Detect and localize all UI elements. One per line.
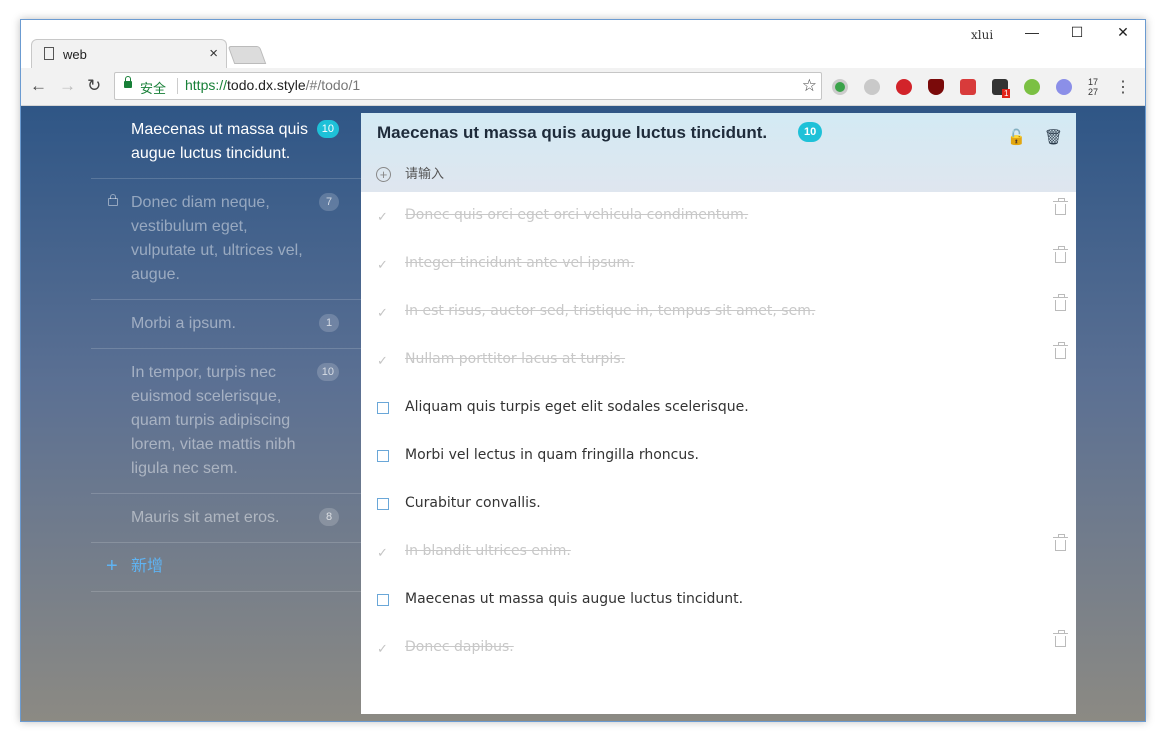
list-item-label: In tempor, turpis nec euismod scelerisqu… bbox=[131, 364, 296, 477]
bookmark-star-icon[interactable]: ☆ bbox=[802, 76, 817, 96]
back-button[interactable]: ← bbox=[30, 76, 47, 96]
browser-tab[interactable]: web × bbox=[31, 39, 227, 69]
list-count-badge: 10 bbox=[316, 120, 339, 138]
todo-text: Nullam porttitor lacus at turpis. bbox=[405, 351, 626, 367]
list-count-badge: 1 bbox=[319, 314, 339, 332]
unlock-icon[interactable]: 🔓 bbox=[1007, 128, 1026, 146]
todo-header: Maecenas ut massa quis augue luctus tinc… bbox=[361, 113, 1076, 192]
trash-icon[interactable] bbox=[1053, 534, 1068, 551]
list-item-label: Donec diam neque, vestibulum eget, vulpu… bbox=[131, 194, 303, 283]
maximize-button[interactable]: ☐ bbox=[1062, 24, 1092, 41]
list-item-label: Morbi a ipsum. bbox=[131, 315, 236, 332]
clock-extension-icon[interactable]: 17 27 bbox=[1088, 77, 1098, 97]
todo-text: Morbi vel lectus in quam fringilla rhonc… bbox=[405, 447, 699, 463]
page-icon bbox=[44, 47, 54, 60]
todo-app: Maecenas ut massa quis augue luctus tinc… bbox=[21, 106, 1145, 721]
checkmark-icon[interactable]: ✓ bbox=[377, 209, 388, 225]
lastpass-icon[interactable] bbox=[960, 79, 976, 95]
list-count-badge: 10 bbox=[316, 363, 339, 381]
trash-icon[interactable] bbox=[1053, 246, 1068, 263]
forward-button[interactable]: → bbox=[59, 76, 76, 96]
sidebar-list-item[interactable]: Donec diam neque, vestibulum eget, vulpu… bbox=[91, 179, 361, 300]
checkmark-icon[interactable]: ✓ bbox=[377, 305, 388, 321]
todo-text: In blandit ultrices enim. bbox=[405, 543, 571, 559]
todo-item[interactable]: Maecenas ut massa quis augue luctus tinc… bbox=[361, 576, 1076, 624]
browser-menu-button[interactable]: ⋮ bbox=[1115, 77, 1131, 97]
trash-icon[interactable] bbox=[1053, 630, 1068, 647]
add-circle-icon: + bbox=[376, 167, 391, 182]
vue-devtools-icon[interactable] bbox=[1024, 79, 1040, 95]
reload-button[interactable]: ↻ bbox=[87, 76, 101, 96]
sidebar-list-item[interactable]: Morbi a ipsum. 1 bbox=[91, 300, 361, 349]
checkbox[interactable] bbox=[377, 402, 389, 414]
todo-detail-panel: Maecenas ut massa quis augue luctus tinc… bbox=[361, 113, 1076, 714]
checkmark-icon[interactable]: ✓ bbox=[377, 257, 388, 273]
close-window-button[interactable]: ✕ bbox=[1108, 24, 1138, 41]
todo-item[interactable]: ✓ In blandit ultrices enim. bbox=[361, 528, 1076, 576]
list-count-badge: 7 bbox=[319, 193, 339, 211]
todo-text: Donec quis orci eget orci vehicula condi… bbox=[405, 207, 749, 223]
list-item-label: Maecenas ut massa quis augue luctus tinc… bbox=[131, 121, 308, 162]
trash-icon[interactable] bbox=[1053, 294, 1068, 311]
todo-item[interactable]: ✓ Donec quis orci eget orci vehicula con… bbox=[361, 192, 1076, 240]
delete-list-icon[interactable]: 🗑 bbox=[1044, 128, 1063, 146]
minimize-button[interactable]: — bbox=[1017, 24, 1047, 40]
extension-notification-badge: 1 bbox=[1002, 89, 1011, 98]
sidebar-list-item[interactable]: In tempor, turpis nec euismod scelerisqu… bbox=[91, 349, 361, 494]
trash-icon[interactable] bbox=[1053, 342, 1068, 359]
todo-text: In est risus, auctor sed, tristique in, … bbox=[405, 303, 816, 319]
extension-green-dot-icon[interactable] bbox=[832, 79, 848, 95]
tab-title: web bbox=[63, 47, 87, 62]
extension-hexagon-icon[interactable] bbox=[1056, 79, 1072, 95]
checkmark-icon[interactable]: ✓ bbox=[377, 545, 388, 561]
new-todo-input[interactable] bbox=[403, 165, 807, 182]
url-text[interactable]: https://todo.dx.style/#/todo/1 bbox=[185, 77, 360, 93]
todo-list-sidebar: Maecenas ut massa quis augue luctus tinc… bbox=[91, 106, 361, 592]
list-item-label: Mauris sit amet eros. bbox=[131, 509, 280, 526]
todo-item[interactable]: Curabitur convallis. bbox=[361, 480, 1076, 528]
browser-window: web × xlui — ☐ ✕ ← → ↻ 安全 https://todo.d… bbox=[20, 19, 1146, 722]
todo-item[interactable]: ✓ Nullam porttitor lacus at turpis. bbox=[361, 336, 1076, 384]
todo-item[interactable]: ✓ In est risus, auctor sed, tristique in… bbox=[361, 288, 1076, 336]
profile-name[interactable]: xlui bbox=[971, 28, 993, 42]
secure-label: 安全 bbox=[140, 81, 167, 96]
todo-item[interactable]: Morbi vel lectus in quam fringilla rhonc… bbox=[361, 432, 1076, 480]
checkbox[interactable] bbox=[377, 498, 389, 510]
list-count-badge: 8 bbox=[319, 508, 339, 526]
page-title: Maecenas ut massa quis augue luctus tinc… bbox=[377, 123, 768, 142]
todo-text: Curabitur convallis. bbox=[405, 495, 541, 511]
extension-globe-icon[interactable] bbox=[864, 79, 880, 95]
checkmark-icon[interactable]: ✓ bbox=[377, 353, 388, 369]
checkbox[interactable] bbox=[377, 594, 389, 606]
todo-text: Donec dapibus. bbox=[405, 639, 514, 655]
add-list-label: 新增 bbox=[131, 558, 164, 575]
todo-item[interactable]: Aliquam quis turpis eget elit sodales sc… bbox=[361, 384, 1076, 432]
browser-toolbar: ← → ↻ 安全 https://todo.dx.style/#/todo/1 … bbox=[21, 68, 1145, 106]
ublock-origin-icon[interactable] bbox=[928, 79, 944, 95]
trash-icon[interactable] bbox=[1053, 198, 1068, 215]
lock-icon bbox=[124, 76, 132, 88]
sidebar-list-item[interactable]: Maecenas ut massa quis augue luctus tinc… bbox=[91, 106, 361, 179]
todo-item[interactable]: ✓ Integer tincidunt ante vel ipsum. bbox=[361, 240, 1076, 288]
todo-count-badge: 10 bbox=[798, 122, 823, 142]
adblock-plus-icon[interactable] bbox=[896, 79, 912, 95]
title-bar: web × xlui — ☐ ✕ bbox=[21, 20, 1145, 69]
todo-item[interactable]: ✓ Donec dapibus. bbox=[361, 624, 1076, 672]
todo-text: Maecenas ut massa quis augue luctus tinc… bbox=[405, 591, 744, 607]
tab-close-button[interactable]: × bbox=[209, 45, 218, 62]
divider bbox=[177, 78, 178, 94]
todo-text: Aliquam quis turpis eget elit sodales sc… bbox=[405, 399, 749, 415]
checkmark-icon[interactable]: ✓ bbox=[377, 641, 388, 657]
todo-text: Integer tincidunt ante vel ipsum. bbox=[405, 255, 635, 271]
checkbox[interactable] bbox=[377, 450, 389, 462]
address-bar[interactable]: 安全 https://todo.dx.style/#/todo/1 ☆ bbox=[114, 72, 822, 100]
new-todo-row: + bbox=[361, 160, 1076, 192]
new-tab-button[interactable] bbox=[227, 46, 267, 64]
add-list-button[interactable]: + 新增 bbox=[91, 543, 361, 592]
lock-icon bbox=[108, 194, 118, 206]
sidebar-list-item[interactable]: Mauris sit amet eros. 8 bbox=[91, 494, 361, 543]
plus-icon: + bbox=[106, 555, 118, 577]
